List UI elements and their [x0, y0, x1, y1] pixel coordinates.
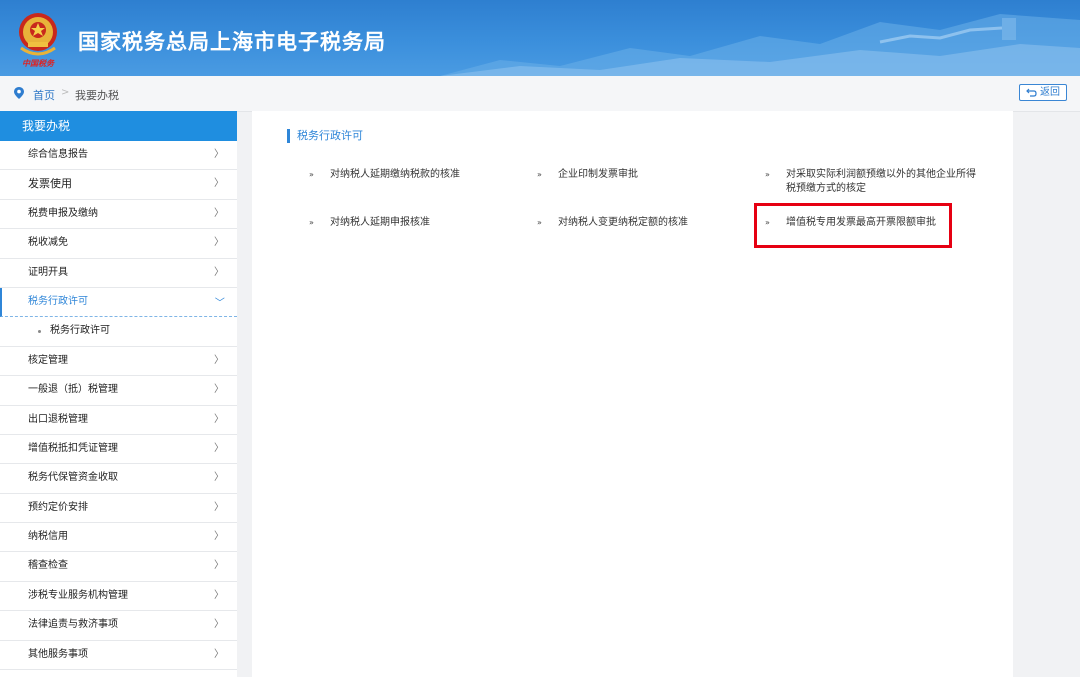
double-chevron-icon: » — [537, 218, 542, 227]
sidebar-item-label: 涉税专业服务机构管理 — [28, 589, 128, 601]
chevron-right-icon: 〉 — [214, 619, 224, 631]
chevron-right-icon: 〉 — [214, 237, 224, 249]
chevron-right-icon: 〉 — [214, 472, 224, 484]
chevron-right-icon: 〉 — [214, 648, 224, 660]
back-button[interactable]: 返回 — [1019, 84, 1067, 101]
double-chevron-icon: » — [309, 170, 314, 179]
sidebar-item-tax-relief[interactable]: 税收减免 〉 — [0, 229, 237, 259]
sidebar-item-label: 综合信息报告 — [28, 149, 88, 160]
sidebar-item-tax-credit[interactable]: 纳税信用 〉 — [0, 523, 237, 553]
sidebar-item-label: 证明开具 — [28, 266, 68, 278]
chevron-right-icon: 〉 — [214, 560, 224, 572]
sidebar-item-vat-deduction[interactable]: 增值税抵扣凭证管理 〉 — [0, 435, 237, 465]
link-label: 对纳税人延期缴纳税款的核准 — [330, 169, 460, 180]
sidebar-item-administrative-license[interactable]: 税务行政许可 〉 — [0, 287, 237, 318]
sidebar-item-label: 核定管理 — [28, 354, 68, 366]
link-tax-quota-change-approval[interactable]: » 对纳税人变更纳税定额的核准 — [537, 216, 688, 230]
sidebar-item-legal-remedy[interactable]: 法律追责与救济事项 〉 — [0, 611, 237, 641]
link-label-line1: 对采取实际利润额预缴以外的其他企业所得 — [786, 169, 976, 180]
double-chevron-icon: » — [537, 170, 542, 179]
sidebar-item-other-services[interactable]: 其他服务事项 〉 — [0, 641, 237, 671]
breadcrumb — [0, 76, 1080, 112]
sidebar-item-label: 预约定价安排 — [28, 501, 88, 513]
chevron-right-icon: 〉 — [214, 501, 224, 513]
sidebar-item-apa[interactable]: 预约定价安排 〉 — [0, 494, 237, 524]
sidebar: 我要办税 综合信息报告 〉 发票使用 〉 税费申报及缴纳 〉 税收减免 〉 证明… — [0, 111, 237, 677]
sidebar-item-label: 纳税信用 — [28, 531, 68, 543]
sidebar-item-export-refund[interactable]: 出口退税管理 〉 — [0, 406, 237, 435]
sidebar-item-label: 其他服务事项 — [28, 648, 88, 660]
sidebar-item-label: 税务代保管资金收取 — [28, 472, 118, 484]
emblem-caption: 中国税务 — [22, 58, 54, 68]
sidebar-item-label: 税费申报及缴纳 — [28, 207, 98, 219]
sidebar-subitem-label: 税务行政许可 — [50, 325, 110, 337]
chevron-right-icon: 〉 — [214, 149, 224, 160]
sidebar-item-label: 增值税抵扣凭证管理 — [28, 442, 118, 454]
site-title: 国家税务总局上海市电子税务局 — [78, 30, 386, 54]
sidebar-item-certificates[interactable]: 证明开具 〉 — [0, 259, 237, 288]
chevron-down-icon: 〉 — [213, 296, 224, 307]
sidebar-subitem-administrative-license[interactable]: 税务行政许可 — [0, 317, 237, 347]
main-panel: 税务行政许可 » 对纳税人延期缴纳税款的核准 » 企业印制发票审批 » 对采取实… — [252, 111, 1013, 677]
great-wall-background — [440, 14, 1080, 76]
double-chevron-icon: » — [309, 218, 314, 227]
sidebar-item-inspection[interactable]: 稽查检查 〉 — [0, 552, 237, 582]
link-deferred-payment-approval[interactable]: » 对纳税人延期缴纳税款的核准 — [309, 168, 460, 182]
chevron-right-icon: 〉 — [214, 589, 224, 601]
chevron-right-icon: 〉 — [214, 266, 224, 278]
sidebar-item-invoice-usage[interactable]: 发票使用 〉 — [0, 170, 237, 200]
link-deferred-filing-approval[interactable]: » 对纳税人延期申报核准 — [309, 216, 430, 230]
link-label: 企业印制发票审批 — [558, 169, 638, 180]
sidebar-item-label: 稽查检查 — [28, 560, 68, 572]
sidebar-item-label: 发票使用 — [28, 177, 72, 191]
sidebar-item-comprehensive-report[interactable]: 综合信息报告 〉 — [0, 141, 237, 171]
sidebar-item-label: 一般退（抵）税管理 — [28, 384, 118, 396]
link-label-line2: 税预缴方式的核定 — [786, 183, 866, 194]
link-invoice-printing-approval[interactable]: » 企业印制发票审批 — [537, 168, 638, 182]
sidebar-item-label: 税收减免 — [28, 237, 68, 249]
sidebar-item-refund[interactable]: 一般退（抵）税管理 〉 — [0, 376, 237, 406]
chevron-right-icon: 〉 — [214, 384, 224, 396]
sidebar-item-tax-filing[interactable]: 税费申报及缴纳 〉 — [0, 200, 237, 230]
site-header: 中国税务 国家税务总局上海市电子税务局 — [0, 0, 1080, 76]
location-pin-icon — [14, 87, 24, 99]
link-label: 对纳税人延期申报核准 — [330, 217, 430, 228]
chevron-right-icon: 〉 — [214, 413, 224, 425]
link-label: 对纳税人变更纳税定额的核准 — [558, 217, 688, 228]
sidebar-item-label: 税务行政许可 — [28, 295, 88, 307]
sidebar-item-label: 法律追责与救济事项 — [28, 619, 118, 631]
chevron-right-icon: 〉 — [214, 531, 224, 543]
highlight-box — [754, 203, 952, 248]
breadcrumb-separator: > — [61, 87, 70, 98]
sidebar-title: 我要办税 — [0, 111, 237, 141]
section-title: 税务行政许可 — [287, 129, 363, 143]
sidebar-item-service-agencies[interactable]: 涉税专业服务机构管理 〉 — [0, 582, 237, 612]
chevron-right-icon: 〉 — [214, 178, 224, 190]
sidebar-item-assessment[interactable]: 核定管理 〉 — [0, 347, 237, 377]
sidebar-item-custody-funds[interactable]: 税务代保管资金收取 〉 — [0, 464, 237, 494]
chevron-right-icon: 〉 — [214, 442, 224, 454]
sidebar-item-label: 出口退税管理 — [28, 413, 88, 425]
breadcrumb-current: 我要办税 — [75, 89, 119, 102]
link-income-tax-prepayment-method[interactable]: » 对采取实际利润额预缴以外的其他企业所得 税预缴方式的核定 — [765, 168, 976, 196]
return-arrow-icon — [1026, 88, 1037, 97]
double-chevron-icon: » — [765, 170, 770, 179]
breadcrumb-home-link[interactable]: 首页 — [33, 87, 55, 103]
back-button-label: 返回 — [1040, 87, 1060, 98]
chevron-right-icon: 〉 — [214, 354, 224, 366]
chevron-right-icon: 〉 — [214, 207, 224, 219]
